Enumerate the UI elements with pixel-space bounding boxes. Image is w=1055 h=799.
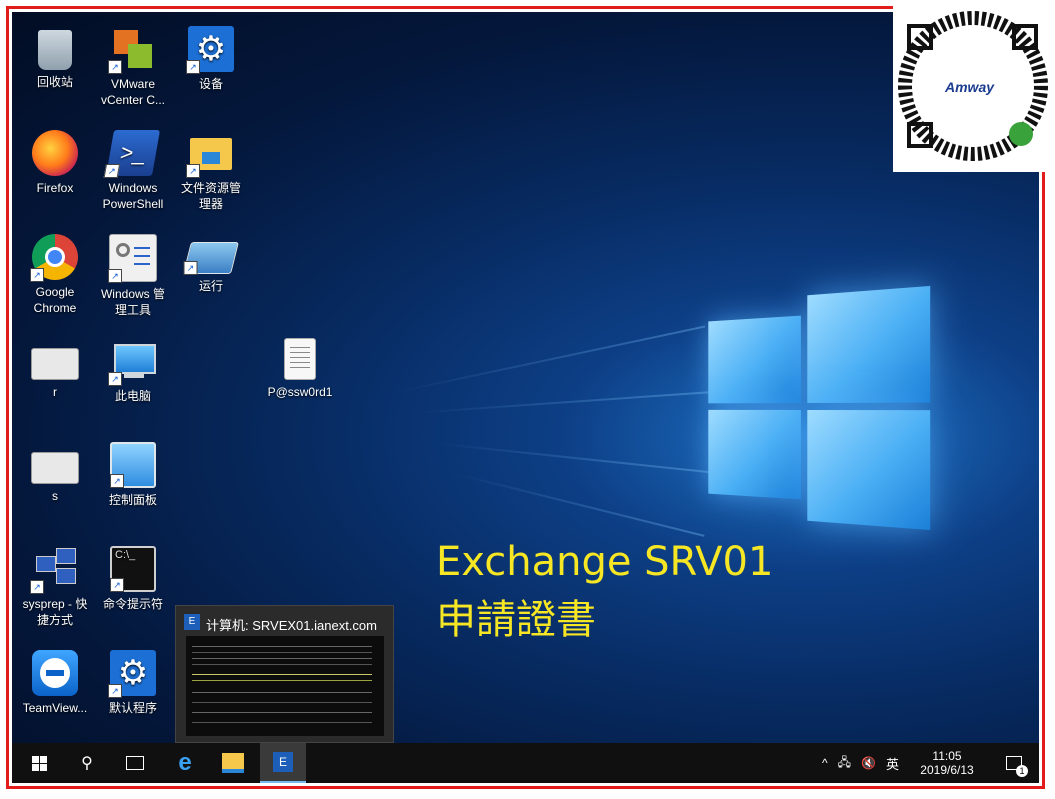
- light-beam: [432, 442, 711, 473]
- desktop-icon-firefox[interactable]: Firefox: [18, 130, 92, 196]
- desktop-icon-settings[interactable]: ⚙ ↗ 设备: [174, 26, 248, 92]
- task-view-icon: [126, 756, 144, 770]
- desktop-icon-vmware[interactable]: ↗ VMware vCenter C...: [96, 26, 170, 108]
- run-icon: ↗: [183, 242, 239, 274]
- desktop-icon-password-file[interactable]: P@ssw0rd1: [258, 338, 342, 400]
- qr-code-watermark: Amway: [893, 6, 1052, 172]
- preview-thumbnail: [186, 636, 384, 736]
- overlay-subtitle: 申請證書: [436, 595, 596, 645]
- windows-logo: [708, 286, 930, 530]
- desktop-icon-powershell[interactable]: >_ ↗ Windows PowerShell: [96, 130, 170, 212]
- config-file-icon: [31, 348, 79, 380]
- chrome-icon: ↗: [32, 234, 78, 280]
- light-beam: [452, 472, 705, 537]
- watermark-text: Amway: [945, 79, 994, 95]
- this-pc-icon: ↗: [110, 338, 156, 384]
- exchange-shell-icon: E: [273, 752, 293, 772]
- exchange-shell-taskbar-button[interactable]: E: [260, 743, 306, 783]
- exchange-shell-icon: E: [184, 614, 200, 630]
- network-icon[interactable]: 🖧: [838, 753, 851, 774]
- config-file-icon: [31, 452, 79, 484]
- settings-gear-icon: ⚙ ↗: [188, 26, 234, 72]
- preview-window-title: 计算机: SRVEX01.ianext.com: [206, 615, 377, 634]
- overlay-title: Exchange SRV01: [436, 537, 773, 587]
- notification-count: 1: [1016, 765, 1028, 777]
- edge-taskbar-button[interactable]: e: [162, 743, 208, 783]
- notification-button[interactable]: 1: [996, 743, 1032, 783]
- desktop-icon-sysprep[interactable]: ↗ sysprep - 快捷方式: [18, 546, 92, 628]
- desktop-icon-teamviewer[interactable]: TeamView...: [18, 650, 92, 716]
- search-icon: ⚲: [81, 753, 93, 773]
- start-button[interactable]: [16, 743, 62, 783]
- desktop-icon-cmd[interactable]: C:\_ ↗ 命令提示符: [96, 546, 170, 612]
- edge-icon: e: [178, 749, 191, 777]
- desktop-icon-s[interactable]: s: [18, 442, 92, 504]
- desktop[interactable]: 回收站 Firefox ↗ Google Chrome r s ↗ syspre…: [12, 12, 1039, 783]
- desktop-icon-r[interactable]: r: [18, 338, 92, 400]
- vmware-icon: ↗: [110, 26, 156, 72]
- taskbar: ⚲ e E ^ 🖧 🔇 英 11:05 2019/6/13 1: [12, 743, 1039, 783]
- light-beam: [412, 391, 711, 414]
- taskbar-window-preview[interactable]: E 计算机: SRVEX01.ianext.com: [175, 605, 394, 743]
- desktop-icon-admin-tools[interactable]: ↗ Windows 管理工具: [96, 234, 170, 318]
- system-tray: ^ 🖧 🔇 英: [822, 743, 899, 783]
- desktop-icon-control-panel[interactable]: ↗ 控制面板: [96, 442, 170, 508]
- ime-indicator[interactable]: 英: [886, 754, 899, 773]
- sysprep-icon: ↗: [32, 546, 78, 592]
- cmd-icon: C:\_ ↗: [110, 546, 156, 592]
- teamviewer-icon: [32, 650, 78, 696]
- text-file-icon: [284, 338, 316, 380]
- control-panel-icon: ↗: [110, 442, 156, 488]
- powershell-icon: >_ ↗: [106, 130, 160, 176]
- desktop-icon-file-explorer[interactable]: ↗ 文件资源管理器: [174, 130, 248, 212]
- file-explorer-taskbar-button[interactable]: [210, 743, 256, 783]
- volume-muted-icon[interactable]: 🔇: [861, 756, 876, 770]
- desktop-icon-recycle-bin[interactable]: 回收站: [18, 26, 92, 90]
- default-programs-icon: ⚙ ↗: [110, 650, 156, 696]
- desktop-icon-default-programs[interactable]: ⚙ ↗ 默认程序: [96, 650, 170, 716]
- start-icon: [32, 756, 47, 771]
- light-beam: [392, 325, 705, 393]
- clock-time: 11:05: [932, 749, 961, 763]
- screenshot-frame: 回收站 Firefox ↗ Google Chrome r s ↗ syspre…: [6, 6, 1045, 789]
- search-button[interactable]: ⚲: [64, 743, 110, 783]
- file-explorer-icon: [222, 753, 244, 773]
- clock[interactable]: 11:05 2019/6/13: [912, 743, 982, 783]
- clock-date: 2019/6/13: [920, 763, 973, 777]
- file-explorer-icon: ↗: [188, 130, 234, 176]
- task-view-button[interactable]: [112, 743, 158, 783]
- chevron-up-icon[interactable]: ^: [822, 756, 828, 770]
- firefox-icon: [32, 130, 78, 176]
- desktop-icon-this-pc[interactable]: ↗ 此电脑: [96, 338, 170, 404]
- desktop-icon-run[interactable]: ↗ 运行: [174, 234, 248, 294]
- recycle-bin-icon: [38, 30, 72, 70]
- desktop-icon-chrome[interactable]: ↗ Google Chrome: [18, 234, 92, 316]
- admin-tools-icon: ↗: [109, 234, 157, 282]
